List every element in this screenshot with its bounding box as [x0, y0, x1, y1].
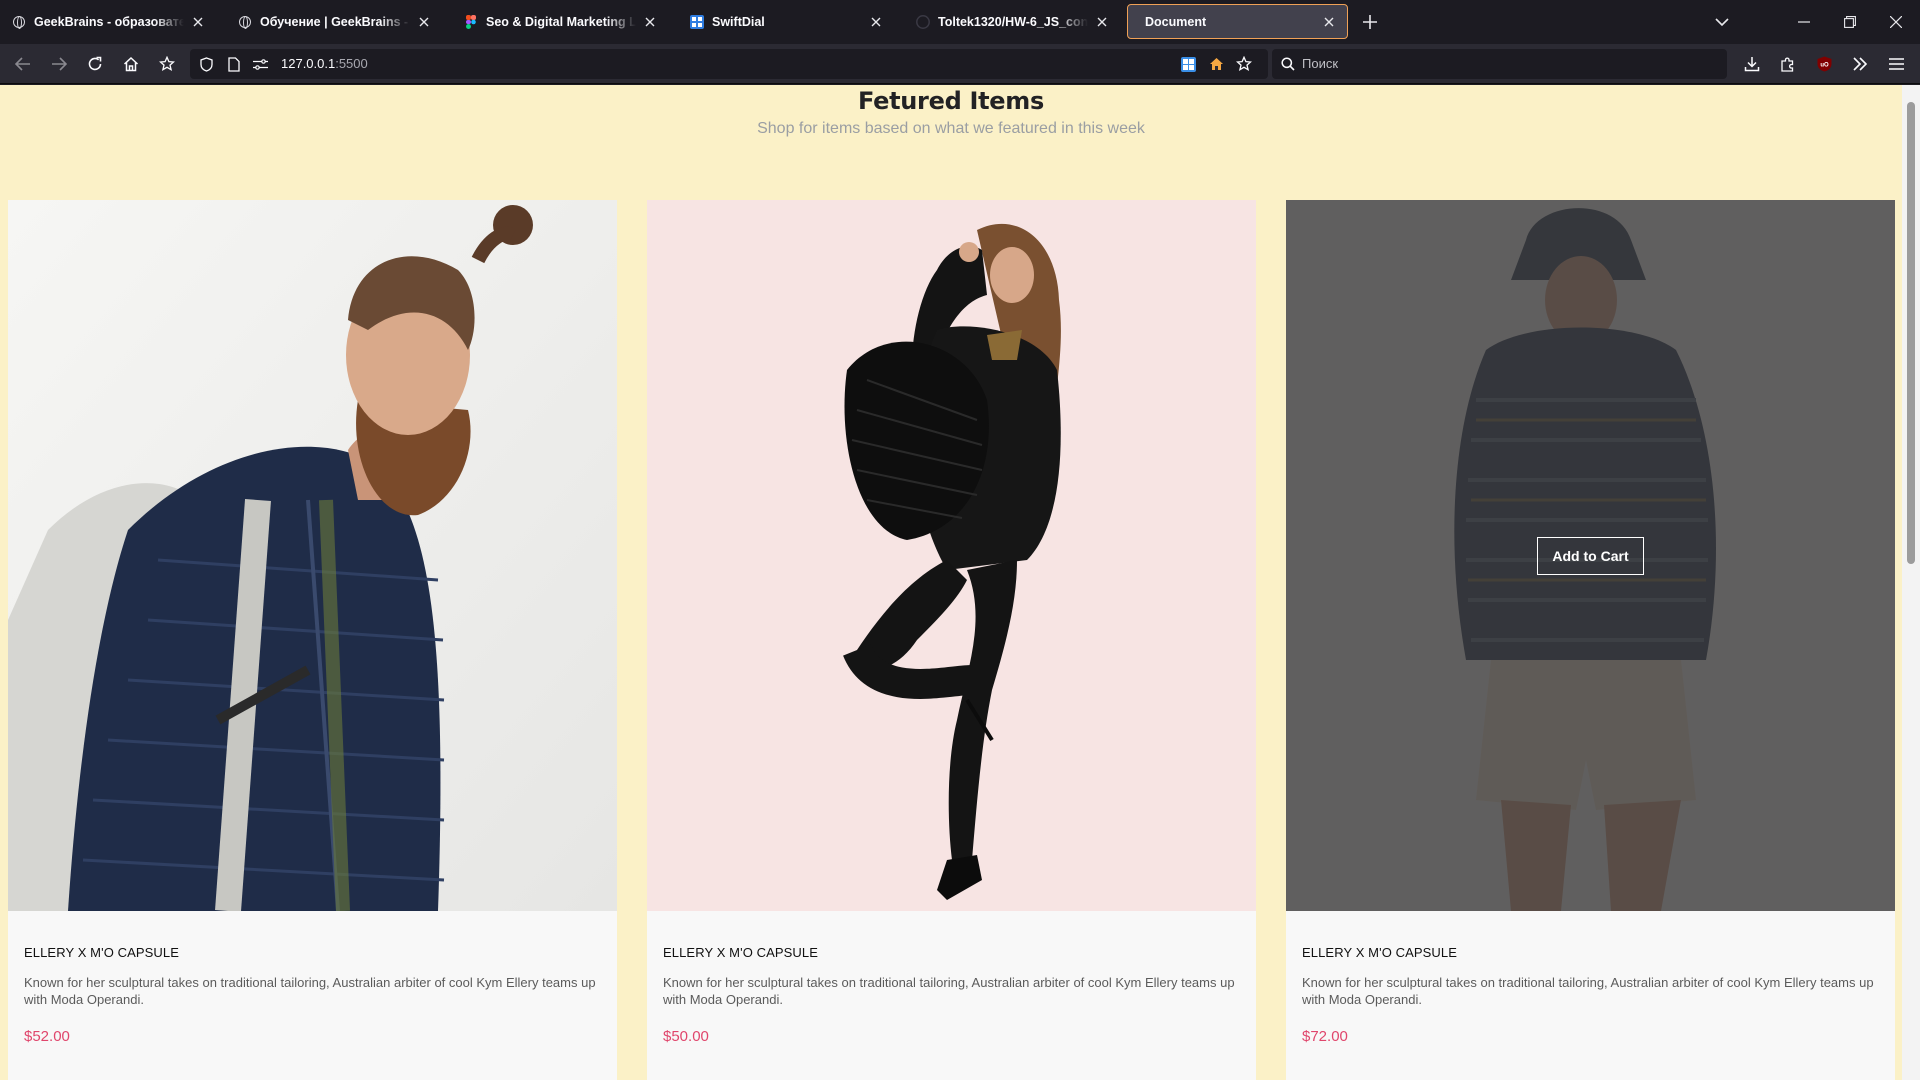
- product-image[interactable]: [647, 200, 1256, 911]
- product-image[interactable]: [8, 200, 617, 911]
- close-icon[interactable]: [1094, 14, 1110, 30]
- grid-icon: [690, 14, 704, 29]
- tab-title: Обучение | GeekBrains - образовательный …: [260, 14, 410, 29]
- browser-tab[interactable]: SwiftDial: [680, 4, 894, 39]
- url-host: 127.0.0.1: [281, 56, 336, 71]
- product-price: $52.00: [24, 1028, 70, 1045]
- close-icon[interactable]: [190, 14, 206, 30]
- search-icon: [1280, 56, 1296, 72]
- close-icon[interactable]: [416, 14, 432, 30]
- search-input[interactable]: Поиск: [1272, 49, 1727, 79]
- reload-icon[interactable]: [83, 52, 107, 76]
- forward-icon[interactable]: [47, 52, 71, 76]
- product-description: Known for her sculptural takes on tradit…: [663, 975, 1235, 1007]
- ublock-origin-icon[interactable]: uO: [1812, 52, 1836, 76]
- vertical-scrollbar[interactable]: [1902, 85, 1920, 1080]
- github-icon: [916, 14, 930, 29]
- product-card-hovered[interactable]: Add to Cart ELLERY X M'O CAPSULE Known f…: [1286, 200, 1895, 1080]
- section-header: Fetured Items Shop for items based on wh…: [0, 85, 1902, 138]
- navigation-toolbar: 127.0.0.1:5500 Поиск uO: [0, 44, 1920, 84]
- tab-list-chevron-icon[interactable]: [1712, 12, 1732, 32]
- page-title: Fetured Items: [858, 87, 1044, 115]
- product-name[interactable]: ELLERY X M'O CAPSULE: [1302, 945, 1879, 960]
- product-description: Known for her sculptural takes on tradit…: [24, 975, 596, 1007]
- close-icon[interactable]: [642, 14, 658, 30]
- browser-tab[interactable]: Обучение | GeekBrains - образовательный …: [228, 4, 442, 39]
- product-name[interactable]: ELLERY X M'O CAPSULE: [663, 945, 1240, 960]
- close-window-icon[interactable]: [1886, 12, 1906, 32]
- search-placeholder: Поиск: [1302, 56, 1339, 71]
- tab-title: Seo & Digital Marketing Landing Page: [486, 14, 636, 29]
- product-price: $72.00: [1302, 1028, 1348, 1045]
- product-image[interactable]: Add to Cart: [1286, 200, 1895, 911]
- page-viewport: Fetured Items Shop for items based on wh…: [0, 85, 1920, 1080]
- product-info: ELLERY X M'O CAPSULE Known for her sculp…: [647, 911, 1256, 1045]
- browser-tab[interactable]: Toltek1320/HW-6_JS_cont at HW-6: [906, 4, 1120, 39]
- back-icon[interactable]: [11, 52, 35, 76]
- product-info: ELLERY X M'O CAPSULE Known for her sculp…: [8, 911, 617, 1045]
- close-icon[interactable]: [1321, 14, 1337, 30]
- url-port: :5500: [335, 56, 368, 71]
- tab-title: SwiftDial: [712, 14, 765, 29]
- downloads-icon[interactable]: [1740, 52, 1764, 76]
- globe-icon: [238, 15, 252, 29]
- new-tab-icon[interactable]: [1360, 12, 1380, 32]
- product-info: ELLERY X M'O CAPSULE Known for her sculp…: [1286, 911, 1895, 1045]
- globe-icon: [12, 15, 26, 29]
- bookmark-page-star-icon[interactable]: [1236, 56, 1252, 72]
- bookmark-star-icon[interactable]: [155, 52, 179, 76]
- url-bar[interactable]: 127.0.0.1:5500: [190, 49, 1268, 79]
- restore-icon[interactable]: [1840, 12, 1860, 32]
- product-description: Known for her sculptural takes on tradit…: [1302, 975, 1874, 1007]
- tab-title: Document: [1145, 14, 1207, 29]
- home-extension-icon[interactable]: [1208, 56, 1224, 72]
- hamburger-menu-icon[interactable]: [1884, 52, 1908, 76]
- close-icon[interactable]: [868, 14, 884, 30]
- figma-icon: [464, 14, 478, 29]
- minimize-icon[interactable]: [1794, 12, 1814, 32]
- product-card[interactable]: ELLERY X M'O CAPSULE Known for her sculp…: [647, 200, 1256, 1080]
- product-card[interactable]: ELLERY X M'O CAPSULE Known for her sculp…: [8, 200, 617, 1080]
- tab-title: Toltek1320/HW-6_JS_cont at HW-6: [938, 14, 1088, 29]
- hover-overlay: Add to Cart: [1286, 200, 1895, 911]
- product-price: $50.00: [663, 1028, 709, 1045]
- home-icon[interactable]: [119, 52, 143, 76]
- browser-tab[interactable]: GeekBrains - образовательный портал: [2, 4, 216, 39]
- tab-title: GeekBrains - образовательный портал: [34, 14, 184, 29]
- product-name[interactable]: ELLERY X M'O CAPSULE: [24, 945, 601, 960]
- permissions-icon[interactable]: [252, 56, 268, 72]
- browser-tab[interactable]: Seo & Digital Marketing Landing Page: [454, 4, 668, 39]
- url-text[interactable]: 127.0.0.1:5500: [281, 56, 368, 71]
- shield-icon[interactable]: [198, 56, 214, 72]
- add-to-cart-button[interactable]: Add to Cart: [1537, 536, 1644, 575]
- reader-grid-icon[interactable]: [1180, 56, 1196, 72]
- extensions-puzzle-icon[interactable]: [1776, 52, 1800, 76]
- scrollbar-thumb[interactable]: [1907, 102, 1915, 564]
- browser-tab-active[interactable]: Document: [1127, 4, 1348, 39]
- overflow-chevrons-icon[interactable]: [1848, 52, 1872, 76]
- page-icon[interactable]: [226, 56, 242, 72]
- svg-text:uO: uO: [1820, 63, 1829, 69]
- tab-strip: GeekBrains - образовательный портал Обуч…: [0, 0, 1920, 44]
- page-subtitle: Shop for items based on what we featured…: [757, 120, 1145, 137]
